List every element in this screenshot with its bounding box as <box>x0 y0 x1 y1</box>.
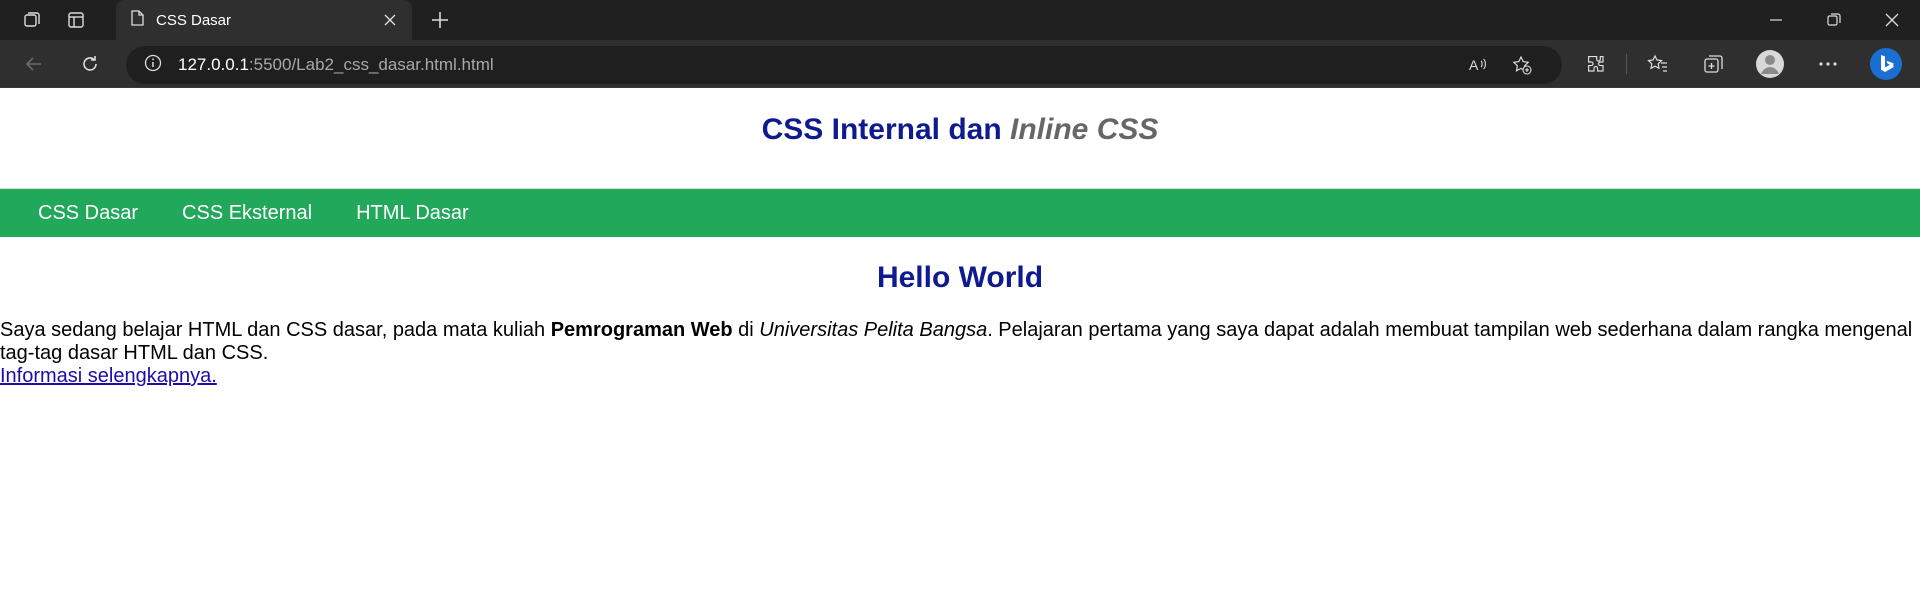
profile-avatar-icon[interactable] <box>1748 44 1792 84</box>
toolbar: 127.0.0.1:5500/Lab2_css_dasar.html.html … <box>0 40 1920 88</box>
nav-link-css-eksternal[interactable]: CSS Eksternal <box>160 202 334 225</box>
info-icon[interactable] <box>144 54 162 77</box>
url-host: 127.0.0.1 <box>178 55 249 74</box>
new-tab-icon[interactable] <box>420 0 460 40</box>
close-window-icon[interactable] <box>1864 0 1920 40</box>
collections-icon[interactable] <box>1692 44 1736 84</box>
favorites-icon[interactable] <box>1636 44 1680 84</box>
content-paragraph: Saya sedang belajar HTML dan CSS dasar, … <box>0 319 1920 388</box>
workspaces-icon[interactable] <box>12 0 52 40</box>
address-bar[interactable]: 127.0.0.1:5500/Lab2_css_dasar.html.html … <box>126 46 1562 84</box>
site-title: CSS Internal dan Inline CSS <box>0 113 1920 147</box>
content-heading: Hello World <box>876 261 1044 294</box>
more-info-link[interactable]: Informasi selengkapnya. <box>0 365 217 387</box>
paragraph-bold: Pemrograman Web <box>550 319 733 341</box>
nav-link-css-dasar[interactable]: CSS Dasar <box>0 202 160 225</box>
nav-link-html-dasar[interactable]: HTML Dasar <box>334 202 491 225</box>
read-aloud-icon[interactable]: A <box>1460 46 1496 84</box>
page-icon <box>128 9 146 32</box>
bing-copilot-icon[interactable] <box>1864 44 1908 84</box>
paragraph-text-2: di <box>732 319 760 341</box>
web-page: CSS Internal dan Inline CSS CSS Dasar CS… <box>0 89 1920 605</box>
active-tab[interactable]: CSS Dasar <box>116 0 412 40</box>
close-tab-icon[interactable] <box>380 10 400 30</box>
nav-bar: CSS Dasar CSS Eksternal HTML Dasar <box>0 189 1920 237</box>
paragraph-italic: Universitas Pelita Bangsa <box>759 319 988 341</box>
favorite-add-icon[interactable] <box>1504 46 1540 84</box>
paragraph-text-1: Saya sedang belajar HTML dan CSS dasar, … <box>0 319 551 341</box>
site-title-italic: Inline CSS <box>1010 113 1159 146</box>
refresh-icon[interactable] <box>70 44 110 84</box>
tab-actions-icon[interactable] <box>56 0 96 40</box>
back-icon[interactable] <box>14 44 54 84</box>
tab-title: CSS Dasar <box>156 11 232 29</box>
more-options-icon[interactable] <box>1806 44 1850 84</box>
extensions-icon[interactable] <box>1574 44 1618 84</box>
toolbar-divider <box>1626 54 1627 74</box>
site-title-main: CSS Internal dan <box>761 113 1011 146</box>
minimize-icon[interactable] <box>1748 0 1804 40</box>
restore-icon[interactable] <box>1806 0 1862 40</box>
url-path: :5500/Lab2_css_dasar.html.html <box>248 55 494 74</box>
svg-text:A: A <box>1469 57 1479 73</box>
